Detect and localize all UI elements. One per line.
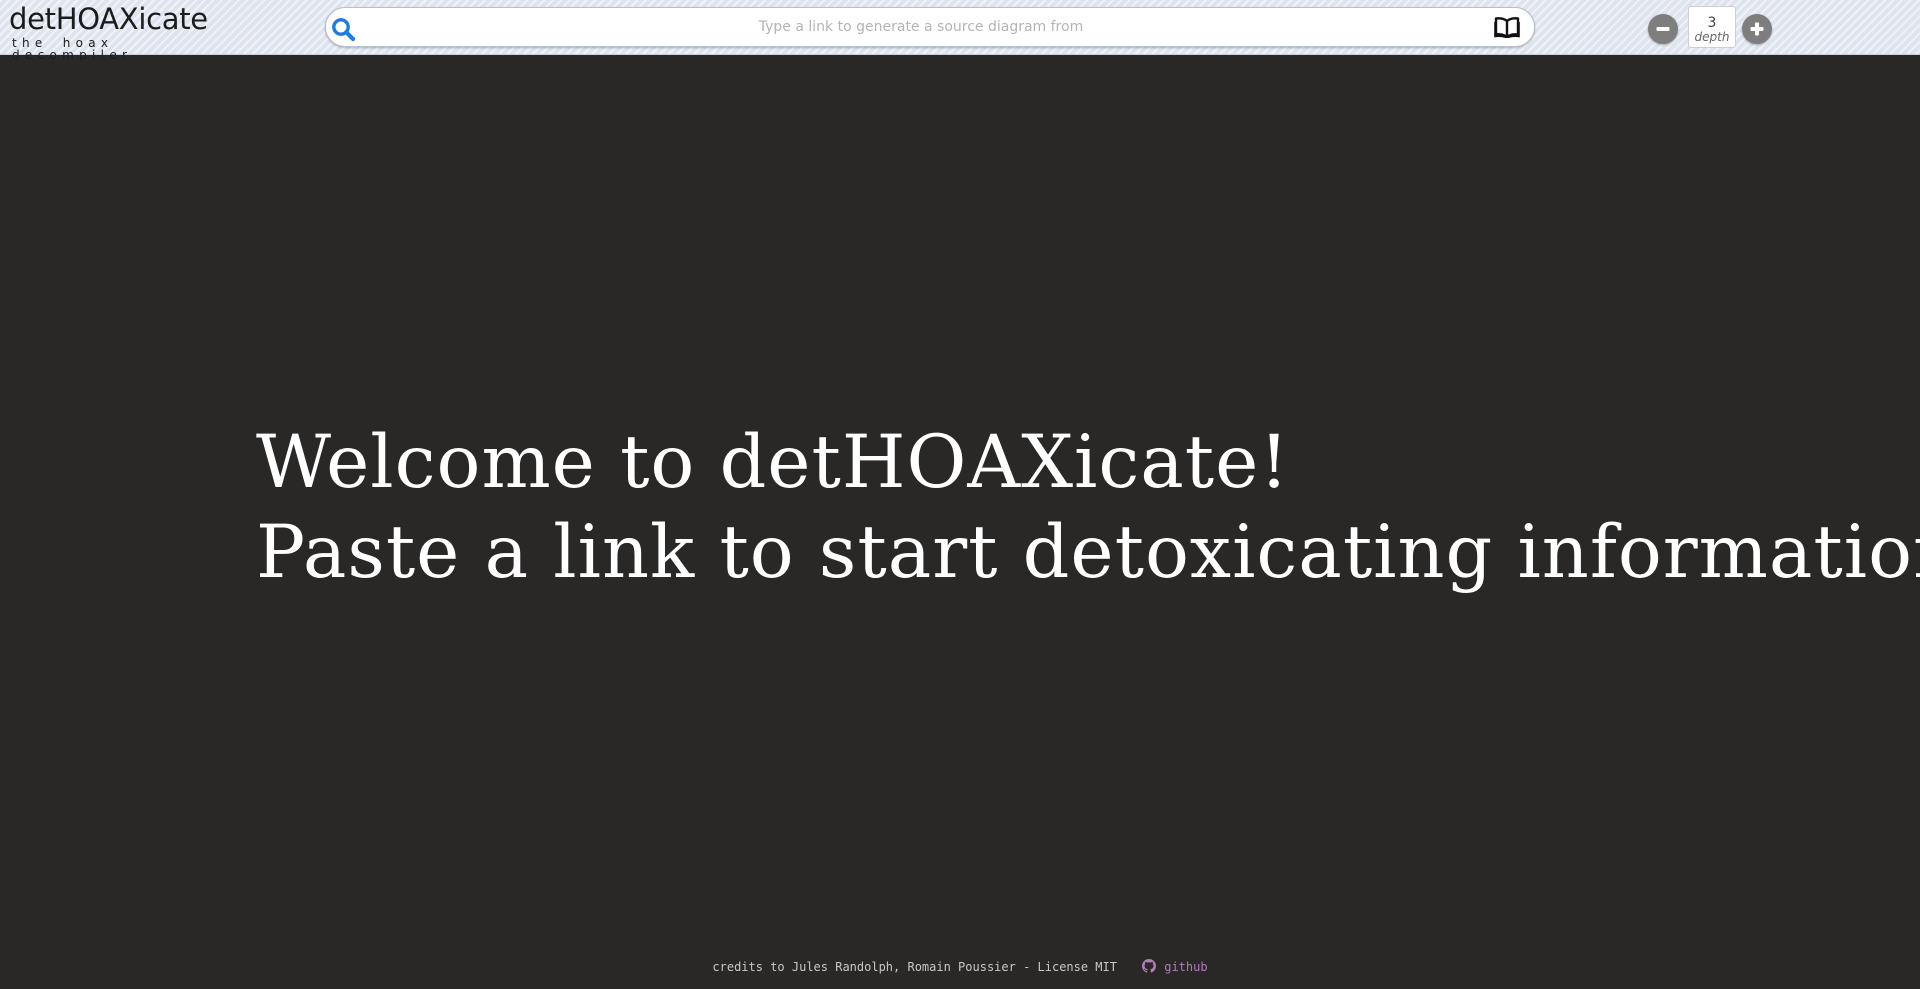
search-input[interactable] (366, 12, 1476, 42)
logo-subtitle: the hoax decompiler (12, 36, 133, 62)
welcome-heading: Welcome to detHOAXicate! (256, 420, 1290, 505)
plus-icon (1750, 22, 1764, 36)
depth-control: 3 depth (1648, 6, 1774, 48)
logo-title: detHOAXicate (9, 2, 208, 36)
depth-indicator: 3 depth (1688, 6, 1736, 48)
welcome-message: Welcome to detHOAXicate! Paste a link to… (256, 418, 1920, 598)
github-link[interactable]: github (1142, 959, 1208, 976)
top-bar: detHOAXicate the hoax decompiler 3 (0, 0, 1920, 61)
footer: credits to Jules Randolph, Romain Poussi… (0, 959, 1920, 976)
increase-depth-button[interactable] (1742, 14, 1772, 44)
search-bar (325, 7, 1535, 47)
github-icon (1142, 959, 1157, 976)
minus-icon (1656, 27, 1670, 31)
open-book-icon[interactable] (1494, 16, 1520, 39)
github-label: github (1164, 960, 1208, 974)
decrease-depth-button[interactable] (1648, 14, 1678, 44)
credits-text: credits to Jules Randolph, Romain Poussi… (712, 960, 1117, 974)
depth-value: 3 (1707, 15, 1717, 31)
logo[interactable]: detHOAXicate the hoax decompiler (9, 0, 209, 61)
depth-label: depth (1694, 30, 1730, 44)
welcome-instruction: Paste a link to start detoxicating infor… (256, 510, 1920, 595)
search-icon[interactable] (329, 15, 357, 43)
